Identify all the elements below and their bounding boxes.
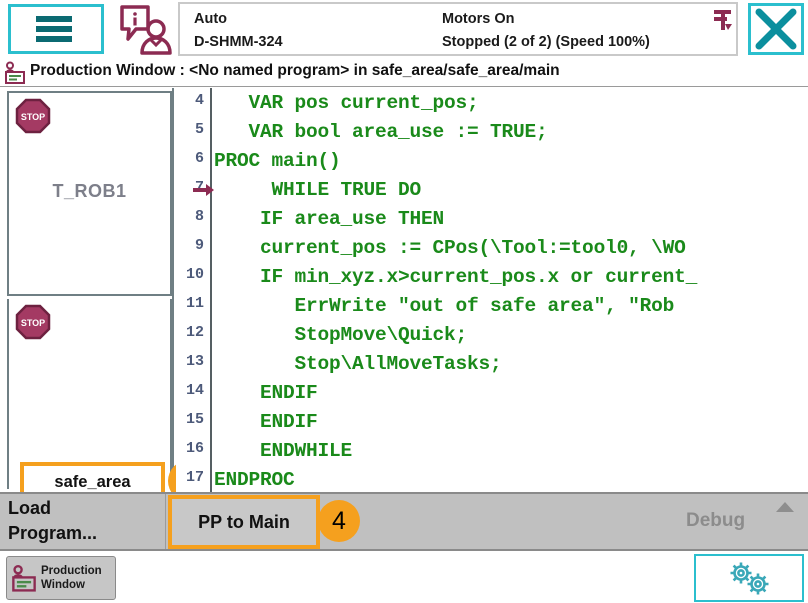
stop-sign-icon: STOP <box>15 98 51 134</box>
gears-icon <box>730 562 769 595</box>
close-icon <box>755 8 797 50</box>
code-editor[interactable]: 4 5 6 7 8 9 10 11 12 13 14 15 16 17 VAR pos current_p… <box>176 88 808 492</box>
line-number: 11 <box>185 295 204 312</box>
code-line[interactable]: ErrWrite "out of safe area", "Rob <box>214 295 675 317</box>
task-panel: STOP T_ROB1 STOP safe_area <box>0 88 174 502</box>
line-number: 16 <box>185 440 204 457</box>
code-line[interactable]: ENDIF <box>214 411 318 433</box>
task-flag-icon <box>714 10 732 30</box>
line-number: 5 <box>194 121 204 138</box>
production-window-icon <box>12 565 36 592</box>
motors-state-value: Motors On <box>442 11 515 27</box>
main-menu-button[interactable] <box>8 4 104 54</box>
code-line[interactable]: StopMove\Quick; <box>214 324 468 346</box>
line-number-gutter: 4 5 6 7 8 9 10 11 12 13 14 15 16 17 <box>176 88 212 492</box>
quickset-button[interactable] <box>694 554 804 602</box>
taskbar-label-line2: Window <box>41 579 85 591</box>
line-number: 13 <box>185 353 204 370</box>
code-line[interactable]: ENDWHILE <box>214 440 352 462</box>
code-line[interactable]: ENDPROC <box>214 469 295 491</box>
load-program-label-line2: Program... <box>8 523 98 543</box>
line-number: 12 <box>185 324 204 341</box>
hamburger-menu-icon <box>35 16 72 42</box>
production-window-icon <box>5 61 25 84</box>
taskbar-label-line1: Production <box>41 565 102 577</box>
main-content-area: STOP T_ROB1 STOP safe_area 3 45678910111… <box>0 88 808 502</box>
safe-area-label: safe_area <box>54 472 131 491</box>
pp-to-main-button[interactable]: PP to Main <box>168 495 320 549</box>
close-button[interactable] <box>748 3 804 55</box>
operating-mode-value: Auto <box>194 11 228 27</box>
action-button-bar: Load Program... PP to Main Debug <box>0 492 808 549</box>
controller-name-value: D-SHMM-324 <box>194 34 283 50</box>
task-card-safe-area[interactable]: STOP <box>7 299 172 489</box>
load-program-button[interactable]: Load Program... <box>0 494 166 549</box>
svg-text:STOP: STOP <box>21 318 45 328</box>
breadcrumb: Production Window : <No named program> i… <box>30 62 560 79</box>
line-number: 15 <box>185 411 204 428</box>
code-line[interactable]: current_pos := CPos(\Tool:=tool0, \WO <box>214 237 686 259</box>
taskbar: Production Window <box>0 549 808 603</box>
code-line[interactable]: ENDIF <box>214 382 318 404</box>
triangle-up-icon <box>776 502 794 512</box>
pp-to-main-label: PP to Main <box>198 511 290 532</box>
code-line[interactable]: IF area_use THEN <box>214 208 444 230</box>
stop-sign-icon: STOP <box>15 304 51 340</box>
step-badge-4: 4 <box>318 500 360 542</box>
execution-state-value: Stopped (2 of 2) (Speed 100%) <box>442 34 650 50</box>
window-title-bar: Production Window : <No named program> i… <box>0 58 808 87</box>
code-text-area[interactable]: VAR pos current_pos; VAR bool area_use :… <box>214 88 808 492</box>
line-number: 14 <box>185 382 204 399</box>
load-program-label-line1: Load <box>8 498 51 518</box>
code-line[interactable]: WHILE TRUE DO <box>214 179 422 201</box>
line-number: 4 <box>194 92 204 109</box>
status-info-box: Auto D-SHMM-324 Motors On Stopped (2 of … <box>178 2 738 56</box>
code-line[interactable]: IF min_xyz.x>current_pos.x or current_ <box>214 266 697 288</box>
code-line[interactable]: VAR bool area_use := TRUE; <box>214 121 548 143</box>
taskbar-item-production-window[interactable]: Production Window <box>6 556 116 600</box>
code-line[interactable]: Stop\AllMoveTasks; <box>214 353 502 375</box>
code-line[interactable]: PROC main() <box>214 150 341 172</box>
line-number: 6 <box>194 150 204 167</box>
program-pointer-arrow-icon <box>193 184 214 196</box>
top-status-bar: Auto D-SHMM-324 Motors On Stopped (2 of … <box>0 0 808 58</box>
line-number: 9 <box>194 237 204 254</box>
svg-text:STOP: STOP <box>21 112 45 122</box>
line-number: 10 <box>185 266 204 283</box>
debug-label: Debug <box>686 510 746 531</box>
debug-button[interactable]: Debug <box>656 494 806 549</box>
task-card-trob1[interactable]: STOP T_ROB1 <box>7 91 172 296</box>
line-number: 8 <box>194 208 204 225</box>
info-person-icon[interactable] <box>118 3 172 55</box>
line-number: 17 <box>185 469 204 486</box>
code-line[interactable]: VAR pos current_pos; <box>214 92 479 114</box>
task-name-label: T_ROB1 <box>52 181 127 201</box>
